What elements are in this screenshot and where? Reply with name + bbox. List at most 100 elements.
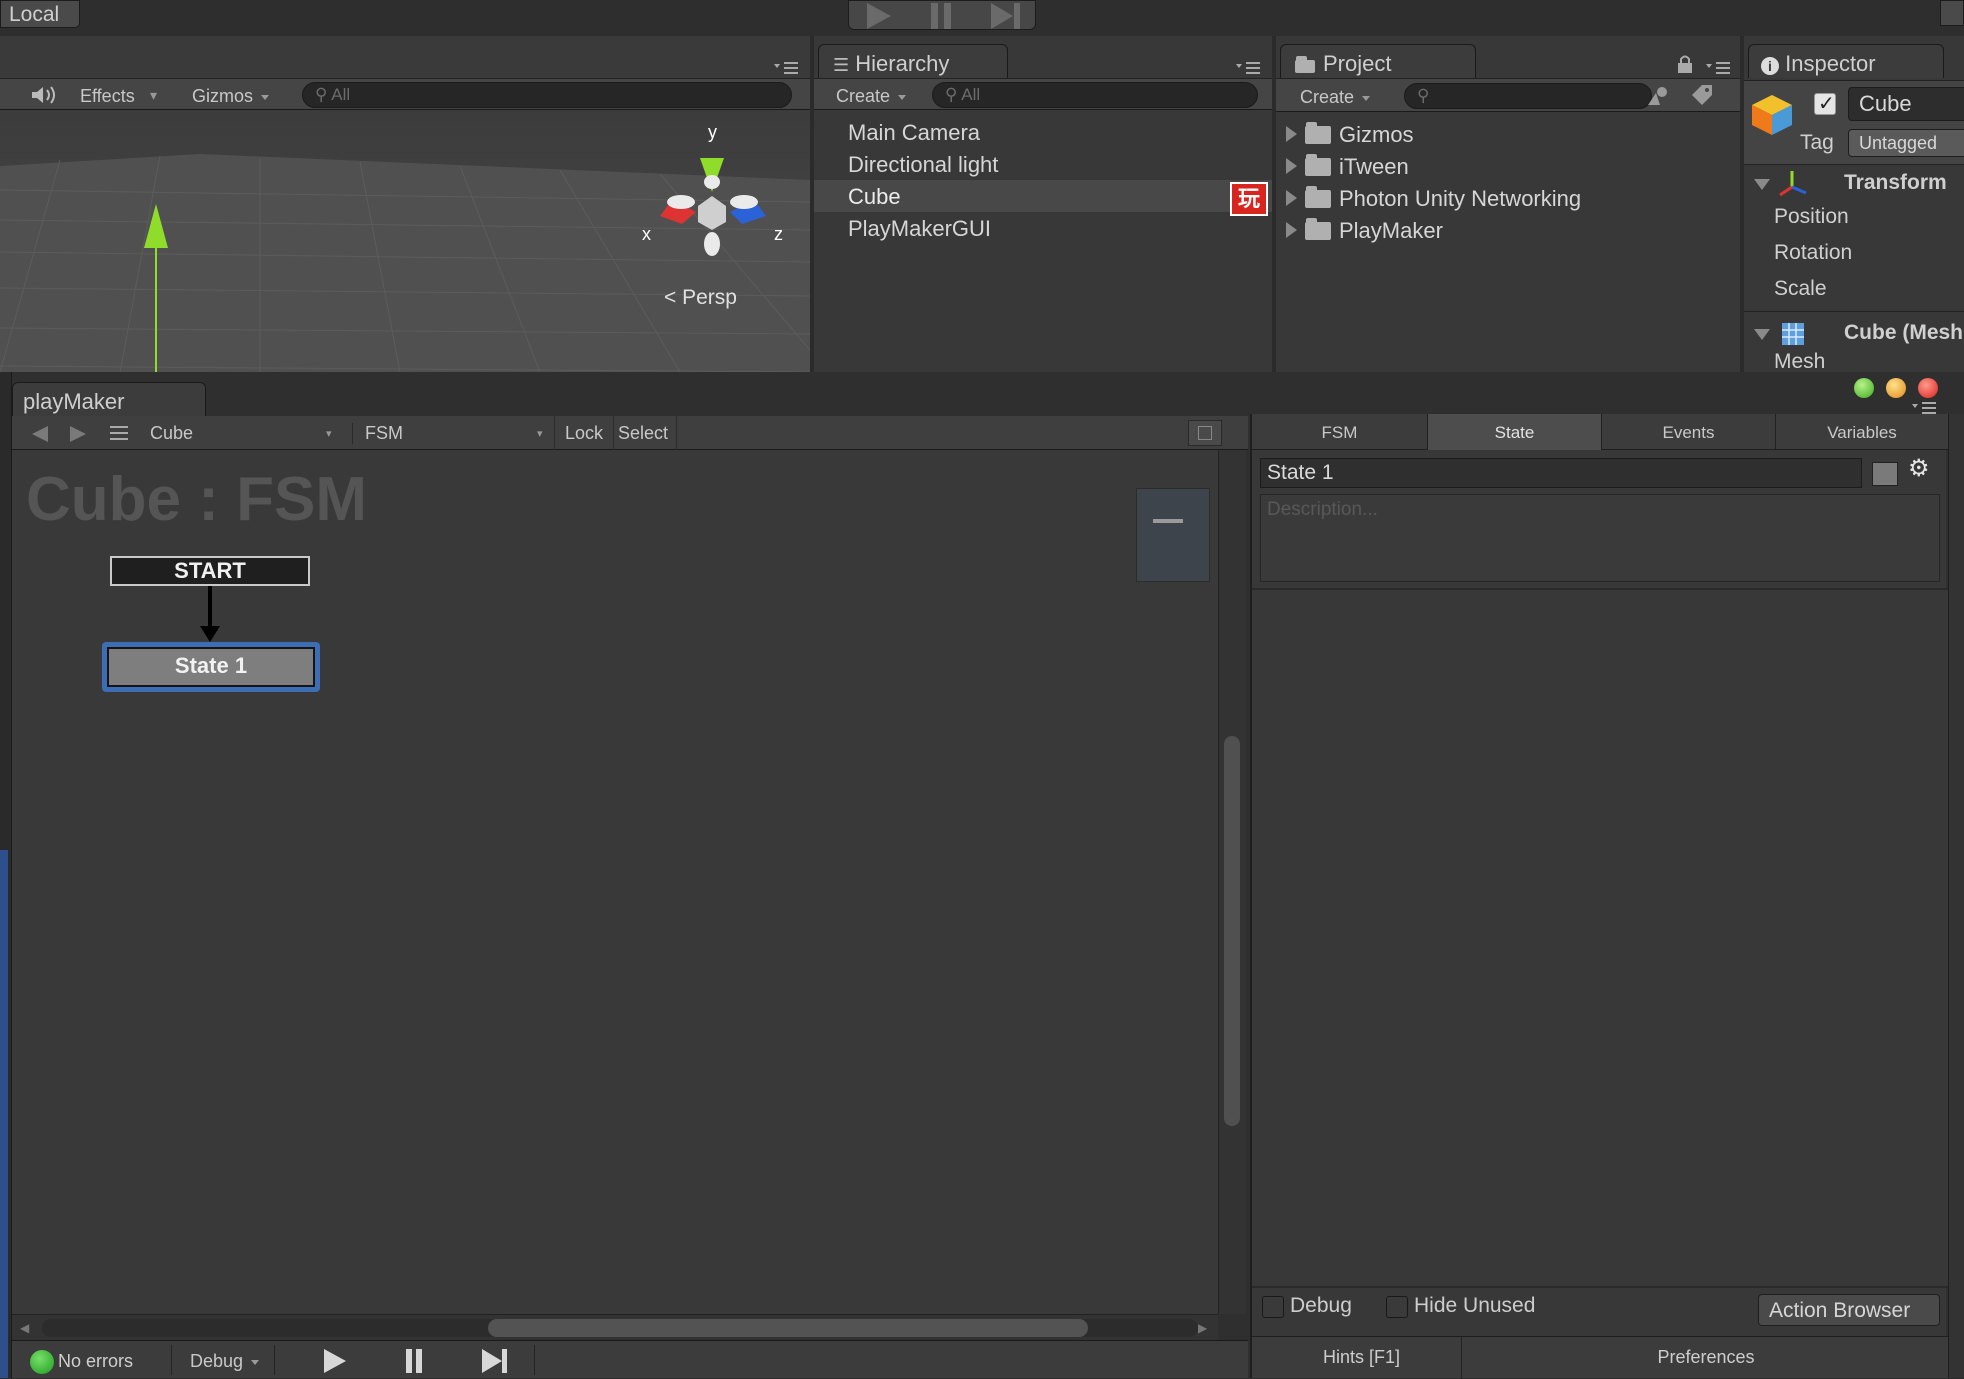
scroll-left-icon[interactable]: ◀ xyxy=(20,1321,29,1335)
hierarchy-tab[interactable]: ☰ Hierarchy xyxy=(818,44,1008,78)
debug-dropdown[interactable]: Debug xyxy=(190,1351,260,1372)
project-toolbar: Create ⚲ xyxy=(1276,78,1740,112)
menu-icon[interactable] xyxy=(108,424,130,442)
gizmos-dropdown[interactable]: Gizmos xyxy=(192,86,270,107)
hierarchy-item[interactable]: PlayMakerGUI xyxy=(848,216,991,242)
expand-arrow-icon[interactable] xyxy=(1286,222,1297,238)
inspector-tab[interactable]: i Inspector xyxy=(1748,44,1944,78)
lock-button[interactable]: Lock xyxy=(554,416,615,450)
vertical-scroll-thumb[interactable] xyxy=(1224,736,1240,1126)
filter-by-type-icon[interactable] xyxy=(1646,85,1672,107)
horizontal-scrollbar[interactable]: ◀ ▶ xyxy=(12,1314,1218,1340)
fsm-select[interactable]: FSM ▾ xyxy=(352,423,552,444)
playmaker-badge-icon[interactable]: 玩 xyxy=(1230,182,1268,216)
expand-arrow-icon[interactable] xyxy=(1286,158,1297,174)
panel-menu-icon[interactable] xyxy=(1704,58,1734,76)
transform-title[interactable]: Transform xyxy=(1844,171,1947,195)
step-icon[interactable] xyxy=(478,1349,512,1373)
search-icon: ⚲ xyxy=(315,85,328,104)
minimap-box[interactable] xyxy=(1136,488,1210,582)
vertical-scrollbar[interactable] xyxy=(1218,450,1246,1314)
forward-arrow-icon[interactable] xyxy=(66,424,90,444)
expand-arrow-icon[interactable] xyxy=(1286,126,1297,142)
search-icon: ⚲ xyxy=(945,85,958,104)
project-folder-item[interactable]: Photon Unity Networking xyxy=(1286,186,1581,212)
lock-icon[interactable] xyxy=(1676,54,1694,74)
scene-viewport[interactable]: y x z < Persp xyxy=(0,110,810,372)
debug-checkbox[interactable] xyxy=(1262,1296,1284,1318)
collapse-arrow-icon[interactable] xyxy=(1754,179,1770,190)
pause-icon[interactable] xyxy=(400,1349,428,1373)
hints-button[interactable]: Hints [F1] xyxy=(1262,1337,1462,1379)
hierarchy-item-label: Cube xyxy=(848,184,901,209)
play-icon[interactable] xyxy=(861,3,895,29)
scene-search-input[interactable]: ⚲ All xyxy=(302,82,792,108)
actions-area[interactable] xyxy=(1252,590,1948,1288)
scroll-right-icon[interactable]: ▶ xyxy=(1198,1321,1207,1335)
project-panel: Project Create ⚲ Gizmos iTween Photon Un… xyxy=(1276,36,1740,372)
project-search-input[interactable]: ⚲ xyxy=(1404,83,1652,109)
project-folder-item[interactable]: PlayMaker xyxy=(1286,218,1443,244)
play-icon[interactable] xyxy=(320,1349,348,1373)
layout-dropdown-edge[interactable] xyxy=(1940,0,1964,26)
hierarchy-item[interactable]: Main Camera xyxy=(848,120,980,146)
hide-unused-checkbox[interactable] xyxy=(1386,1296,1408,1318)
preferences-button[interactable]: Preferences xyxy=(1464,1337,1948,1379)
state-node[interactable]: State 1 xyxy=(102,642,320,692)
local-toggle[interactable]: Local xyxy=(0,0,80,28)
hide-unused-label: Hide Unused xyxy=(1414,1294,1536,1317)
panel-menu-icon[interactable] xyxy=(772,58,802,76)
tab-events[interactable]: Events xyxy=(1602,414,1776,450)
tag-dropdown[interactable]: Untagged xyxy=(1848,129,1964,157)
start-node[interactable]: START xyxy=(110,556,310,586)
fsm-title: Cube : FSM xyxy=(26,465,367,534)
hierarchy-create-button[interactable]: Create xyxy=(836,86,907,107)
active-checkbox[interactable]: ✓ xyxy=(1814,93,1836,115)
gear-icon[interactable]: ⚙ xyxy=(1908,454,1930,483)
description-field[interactable]: Description... xyxy=(1260,494,1940,582)
error-status-button[interactable]: No errors xyxy=(26,1345,172,1375)
toggle-minimap-button[interactable] xyxy=(1188,420,1222,446)
transform-axes-icon xyxy=(1779,171,1807,197)
tab-variables[interactable]: Variables xyxy=(1776,414,1948,450)
hierarchy-item[interactable]: Directional light xyxy=(848,152,998,178)
mesh-label: Mesh xyxy=(1774,350,1826,373)
info-icon: i xyxy=(1761,57,1779,75)
right-editor-edge xyxy=(1948,414,1964,1378)
project-folder-item[interactable]: Gizmos xyxy=(1286,122,1414,148)
effects-dropdown-arrow[interactable]: ▾ xyxy=(150,87,157,104)
red-window-button-icon[interactable] xyxy=(1918,378,1938,398)
audio-icon[interactable] xyxy=(30,85,60,105)
panel-menu-icon[interactable] xyxy=(1234,58,1264,76)
pause-icon[interactable] xyxy=(925,3,959,29)
filter-by-label-icon[interactable] xyxy=(1690,85,1716,107)
persp-chevron-icon: < xyxy=(664,286,677,309)
tab-fsm[interactable]: FSM xyxy=(1252,414,1428,450)
playmaker-tab[interactable]: playMaker xyxy=(12,382,206,416)
expand-arrow-icon[interactable] xyxy=(1286,190,1297,206)
collapse-arrow-icon[interactable] xyxy=(1754,329,1770,340)
state-color-swatch[interactable] xyxy=(1872,462,1898,486)
back-arrow-icon[interactable] xyxy=(28,424,52,444)
select-button[interactable]: Select xyxy=(610,416,678,450)
persp-label[interactable]: < Persp xyxy=(664,286,737,310)
project-tab[interactable]: Project xyxy=(1280,44,1476,78)
object-name-field[interactable]: Cube xyxy=(1848,87,1964,121)
state-name-field[interactable]: State 1 xyxy=(1260,458,1862,488)
fsm-canvas[interactable]: Cube : FSM START State 1 xyxy=(12,450,1218,1314)
horizontal-scroll-thumb[interactable] xyxy=(488,1319,1088,1337)
orientation-gizmo-icon[interactable]: y x z xyxy=(636,120,796,260)
effects-dropdown[interactable]: Effects xyxy=(80,86,135,107)
project-create-button[interactable]: Create xyxy=(1300,87,1371,108)
project-folder-item[interactable]: iTween xyxy=(1286,154,1409,180)
action-browser-button[interactable]: Action Browser xyxy=(1758,1294,1940,1326)
mesh-component-title[interactable]: Cube (Mesh xyxy=(1844,321,1963,345)
green-window-button-icon[interactable] xyxy=(1854,378,1874,398)
yellow-window-button-icon[interactable] xyxy=(1886,378,1906,398)
tab-state[interactable]: State xyxy=(1428,414,1602,450)
hierarchy-search-input[interactable]: ⚲ All xyxy=(932,82,1258,108)
gameobject-select[interactable]: Cube ▾ xyxy=(150,423,342,444)
step-icon[interactable] xyxy=(987,3,1027,29)
hierarchy-item-selected[interactable]: Cube 玩 xyxy=(814,180,1272,216)
status-bar: No errors Debug xyxy=(12,1340,1248,1378)
